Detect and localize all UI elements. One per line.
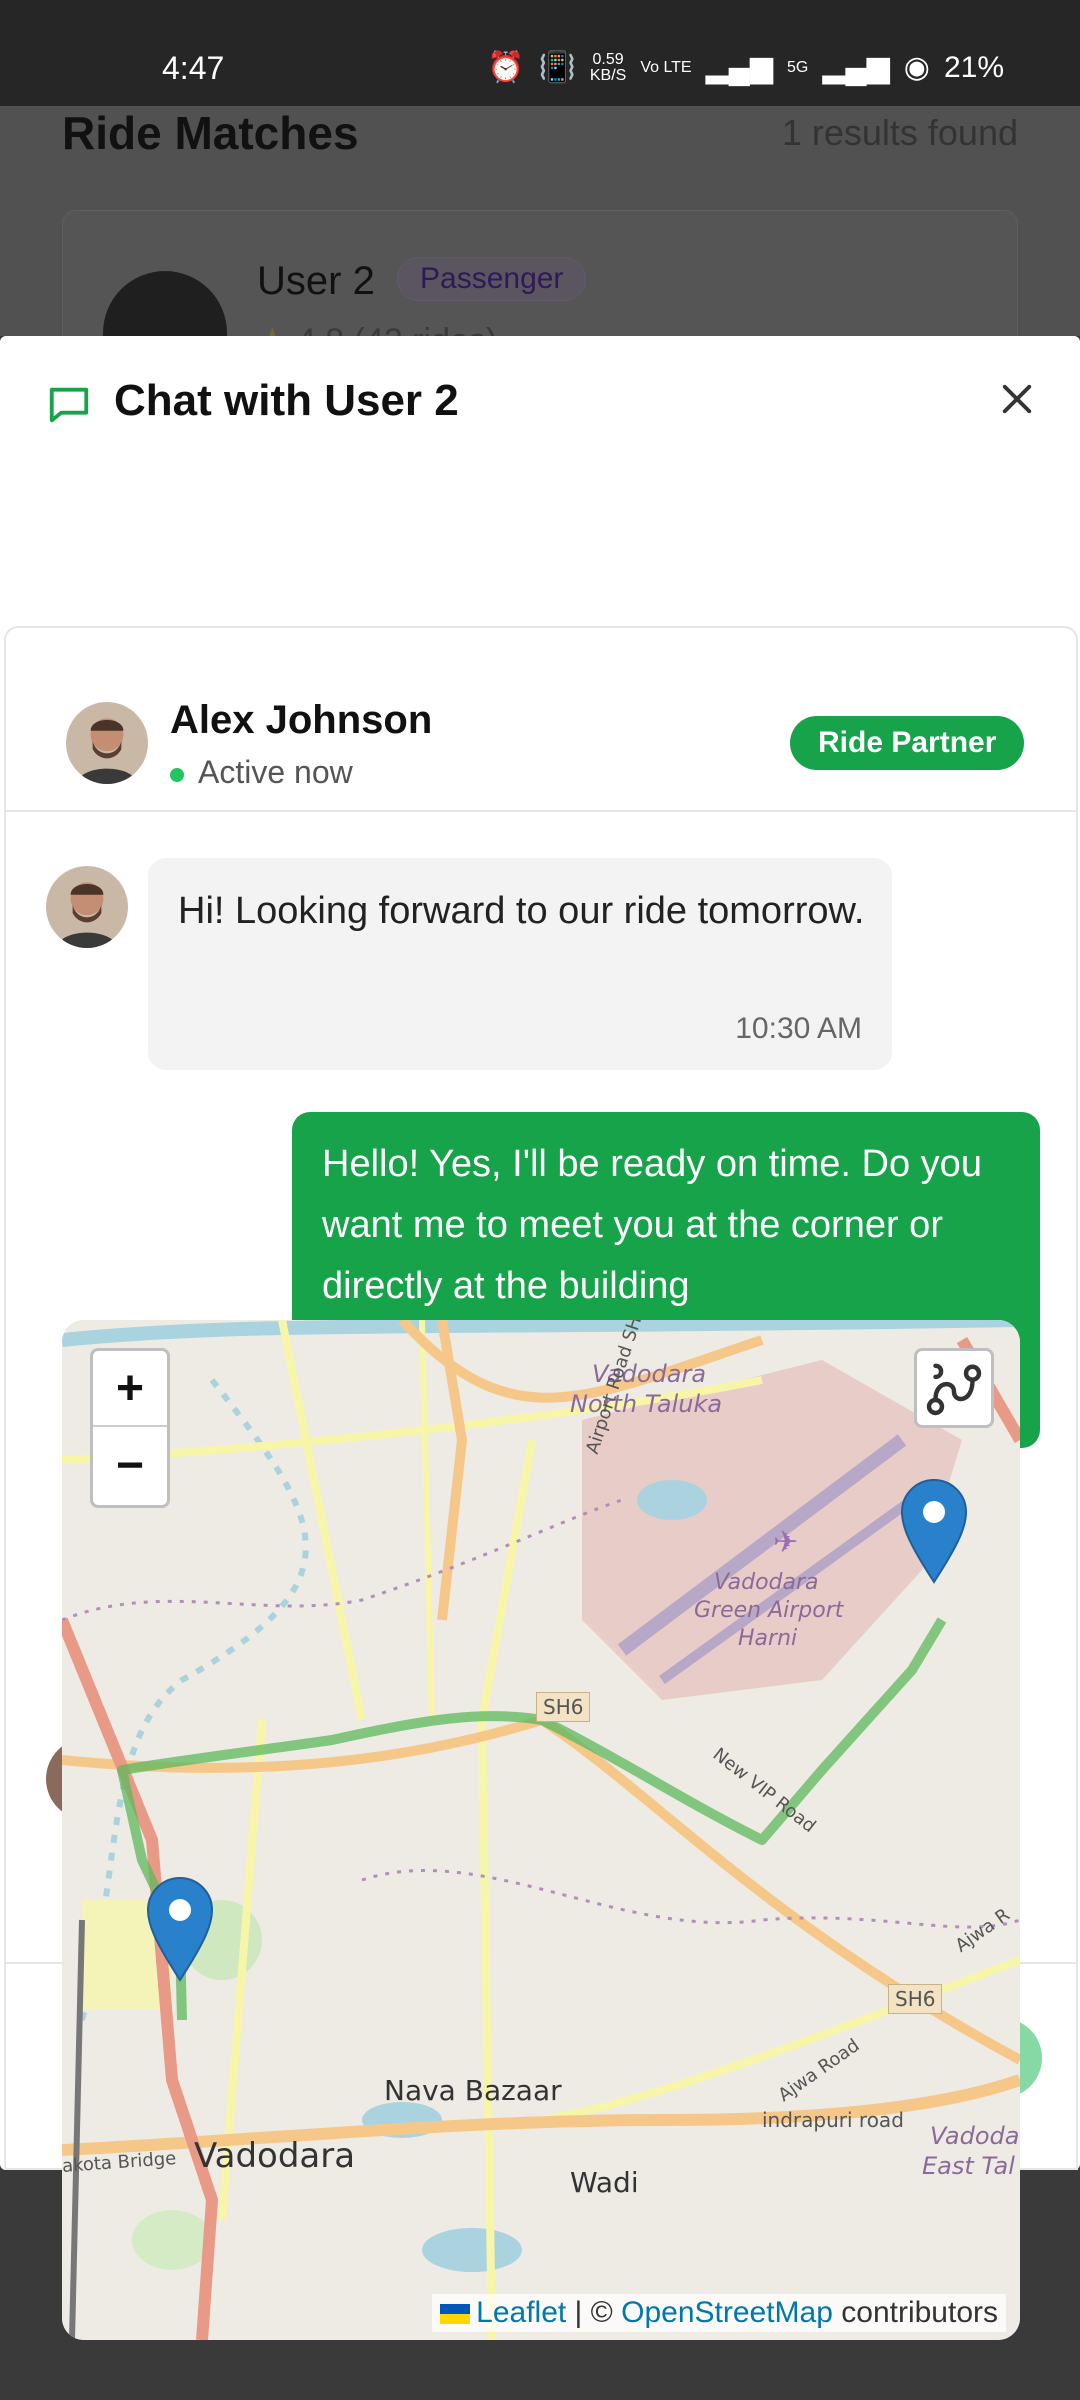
airport-icon: ✈ <box>773 1526 798 1559</box>
map-label: Green Airport <box>694 1598 844 1623</box>
leaflet-link[interactable]: Leaflet <box>476 2296 566 2329</box>
routing-control-button[interactable] <box>914 1348 994 1428</box>
star-icon: ★ <box>257 322 287 336</box>
ukraine-flag-icon <box>440 2304 471 2325</box>
alarm-icon: ⏰ <box>487 51 525 84</box>
message-incoming: Hi! Looking forward to our ride tomorrow… <box>148 858 892 1070</box>
ride-matches-page: Ride Matches 1 results found User 2 Pass… <box>0 106 1080 336</box>
zoom-in-button[interactable]: + <box>93 1351 167 1427</box>
map-tiles[interactable]: ✈ <box>62 1320 1020 2340</box>
role-badge: Passenger <box>397 257 587 301</box>
attribution-suffix: contributors <box>832 2296 998 2329</box>
attribution-separator: | © <box>566 2296 622 2329</box>
chat-bubble-icon <box>49 387 89 423</box>
partner-status: Active now <box>198 754 353 790</box>
match-user-name: User 2 <box>257 259 375 303</box>
results-count: 1 results found <box>781 112 1018 153</box>
avatar <box>46 866 128 948</box>
map-label: Vadodara <box>714 1570 819 1595</box>
avatar <box>66 702 148 784</box>
status-bar: 4:47 ⏰ 📳 0.59 KB/S Vo LTE ▂▄▆ 5G ▂▄▆ ◉ 21… <box>0 0 1080 106</box>
map-label: East Tal <box>922 2152 1015 2180</box>
message-text: Hi! Looking forward to our ride tomorrow… <box>178 890 865 932</box>
network-speed: 0.59 KB/S <box>589 50 627 84</box>
road-shield: SH6 <box>888 1984 943 2014</box>
route-icon <box>926 1363 982 1416</box>
battery-level: 21% <box>943 50 1004 84</box>
message-text: Hello! Yes, I'll be ready on time. Do yo… <box>322 1143 982 1307</box>
vibrate-icon: 📳 <box>538 51 576 84</box>
map-label: Vadoda <box>930 2122 1020 2150</box>
network-type: 5G <box>787 58 809 76</box>
map-label: Harni <box>738 1626 798 1651</box>
avatar <box>103 271 227 336</box>
modal-header: Chat with User 2 <box>0 336 1080 626</box>
partner-name: Alex Johnson <box>170 698 433 742</box>
road-label: indrapuri road <box>762 2108 904 2132</box>
map-label: Nava Bazaar <box>384 2074 562 2107</box>
rating: ★ 4.8 (42 rides) <box>257 321 497 336</box>
map-label: Vadodara <box>194 2136 356 2176</box>
map-attribution: Leaflet | © OpenStreetMap contributors <box>432 2294 1006 2332</box>
signal-icon-2: ▂▄▆ <box>822 51 890 84</box>
match-card[interactable]: User 2 Passenger ★ 4.8 (42 rides) <box>62 210 1018 336</box>
page-title: Ride Matches <box>62 107 359 159</box>
online-status-dot <box>170 768 184 782</box>
message-timestamp: 10:30 AM <box>735 1012 862 1045</box>
chat-header: Alex Johnson Active now Ride Partner <box>6 628 1076 812</box>
modal-title: Chat with User 2 <box>114 376 459 425</box>
zoom-out-button[interactable]: − <box>93 1427 167 1503</box>
battery-icon: ◉ <box>903 51 930 84</box>
route-map[interactable]: ✈ Vadodara North Taluka Vadodara Green A… <box>62 1320 1020 2340</box>
road-shield: SH6 <box>536 1692 591 1722</box>
clock: 4:47 <box>162 50 225 86</box>
volte-indicator: Vo LTE <box>640 58 692 76</box>
openstreetmap-link[interactable]: OpenStreetMap <box>621 2296 833 2329</box>
signal-icon: ▂▄▆ <box>705 51 774 84</box>
close-icon[interactable] <box>996 378 1038 420</box>
status-icons: ⏰ 📳 0.59 KB/S Vo LTE ▂▄▆ 5G ▂▄▆ ◉ 21% <box>487 50 1004 85</box>
ride-partner-badge[interactable]: Ride Partner <box>790 716 1025 770</box>
zoom-control: + − <box>90 1348 170 1508</box>
map-label: Wadi <box>570 2166 639 2199</box>
